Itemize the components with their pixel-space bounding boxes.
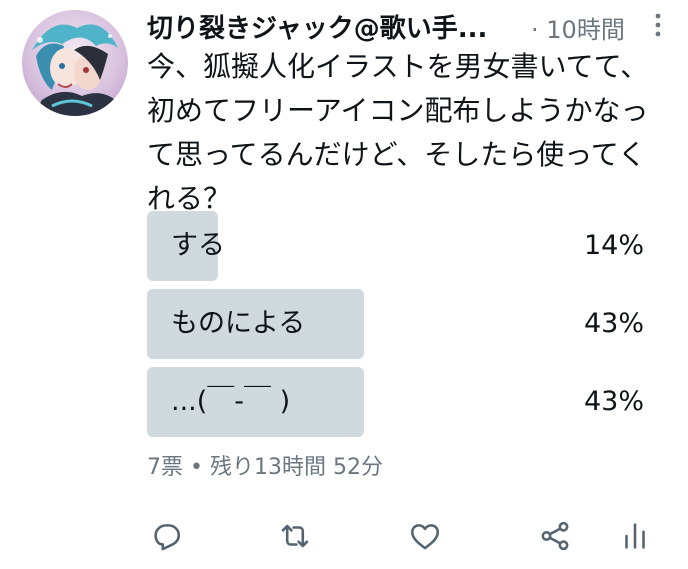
tweet-time[interactable]: 10時間 <box>546 16 625 44</box>
poll-option: ものによる 43% <box>147 289 652 359</box>
tweet-meta: · 10時間 <box>531 10 625 45</box>
poll-bullet: • <box>190 455 203 480</box>
poll-option: する 14% <box>147 211 652 281</box>
avatar[interactable] <box>22 10 128 116</box>
tweet-text: 今、狐擬人化イラストを男女書いてて、初めてフリーアイコン配布しようかなって思って… <box>147 50 649 215</box>
poll-option-percent: 43% <box>583 308 644 339</box>
poll-option-label: ものによる <box>171 308 306 339</box>
poll-remaining: 残り13時間 52分 <box>209 455 383 480</box>
poll-votes: 7票 <box>147 455 183 480</box>
like-icon[interactable] <box>405 515 445 559</box>
poll-option-percent: 43% <box>583 386 644 417</box>
poll-option-percent: 14% <box>583 230 644 261</box>
reply-icon[interactable] <box>147 515 187 559</box>
meta-separator: · <box>531 16 539 44</box>
more-vertical-icon[interactable] <box>647 10 669 40</box>
analytics-icon[interactable] <box>615 515 655 559</box>
tweet-header: 切り裂きジャック@歌い手... · 10時間 <box>147 8 677 44</box>
share-icon[interactable] <box>535 515 575 559</box>
poll-option-label: する <box>171 230 225 261</box>
retweet-icon[interactable] <box>275 515 315 559</box>
action-bar <box>147 515 667 559</box>
poll-option: ...(￣-￣ ) 43% <box>147 367 652 437</box>
display-name[interactable]: 切り裂きジャック@歌い手... <box>147 8 487 45</box>
poll-footer: 7票 • 残り13時間 52分 <box>147 449 383 481</box>
poll-option-label: ...(￣-￣ ) <box>171 386 291 417</box>
poll: する 14% ものによる 43% ...(￣-￣ ) 43% <box>147 211 652 445</box>
